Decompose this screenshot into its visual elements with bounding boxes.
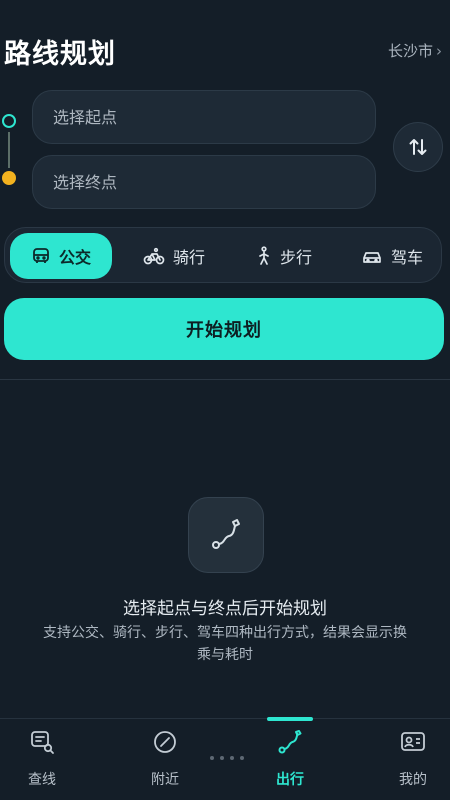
route-icon bbox=[278, 730, 302, 754]
line-search-icon bbox=[31, 731, 54, 754]
start-planning-button[interactable]: 开始规划 bbox=[4, 298, 444, 360]
nav-item-nearby[interactable]: 附近 bbox=[120, 729, 210, 789]
section-divider bbox=[0, 379, 450, 380]
nav-item-profile[interactable]: 我的 bbox=[368, 729, 450, 789]
page-dot bbox=[220, 756, 224, 760]
route-connector-line bbox=[8, 132, 10, 168]
route-icon bbox=[212, 519, 240, 549]
swap-button[interactable] bbox=[393, 122, 443, 172]
travel-mode-tabs: 公交 骑行 步行 驾车 bbox=[4, 227, 442, 283]
mode-tab-bus[interactable]: 公交 bbox=[10, 233, 112, 279]
end-point-input[interactable] bbox=[32, 155, 376, 209]
mode-label-bike: 骑行 bbox=[172, 248, 205, 267]
active-tab-indicator bbox=[267, 717, 313, 721]
nav-label-travel: 出行 bbox=[276, 772, 304, 788]
mode-label-walk: 步行 bbox=[279, 248, 312, 267]
empty-state-icon-box bbox=[188, 497, 264, 573]
city-name: 长沙市 bbox=[387, 42, 433, 60]
header: 路线规划 长沙市 › bbox=[0, 28, 450, 76]
swap-vertical-icon bbox=[409, 139, 427, 155]
nav-item-travel[interactable]: 出行 bbox=[245, 729, 335, 789]
mode-tab-bike[interactable]: 骑行 bbox=[125, 233, 223, 279]
mode-tab-car[interactable]: 驾车 bbox=[345, 233, 439, 279]
empty-state-description: 支持公交、骑行、步行、驾车四种出行方式，结果会显示换乘与耗时 bbox=[43, 625, 407, 663]
bike-icon bbox=[143, 247, 165, 265]
profile-icon bbox=[401, 732, 425, 751]
page-dot bbox=[210, 756, 214, 760]
walk-icon bbox=[259, 246, 269, 265]
nav-label-nearby: 附近 bbox=[151, 772, 179, 788]
compass-icon bbox=[154, 731, 176, 753]
page-indicator bbox=[210, 756, 244, 760]
start-point-dot bbox=[2, 114, 16, 128]
city-selector[interactable]: 长沙市 › bbox=[388, 40, 442, 61]
route-planner-screen: 路线规划 长沙市› 公交 bbox=[0, 0, 450, 800]
mode-tab-walk[interactable]: 步行 bbox=[235, 233, 333, 279]
mode-label-bus: 公交 bbox=[58, 248, 91, 267]
empty-state-title: 选择起点与终点后开始规划 bbox=[123, 599, 327, 619]
page-title: 路线规划 bbox=[4, 39, 116, 70]
chevron-right-icon: › bbox=[436, 42, 442, 60]
bus-icon bbox=[33, 248, 49, 263]
mode-label-car: 驾车 bbox=[390, 248, 423, 267]
bottom-navigation: 查线 附近 出行 我的 bbox=[0, 717, 450, 800]
nav-label-profile: 我的 bbox=[399, 772, 427, 788]
page-dot bbox=[240, 756, 244, 760]
page-dot bbox=[230, 756, 234, 760]
nav-item-line-search[interactable]: 查线 bbox=[0, 729, 87, 789]
end-point-dot bbox=[2, 171, 16, 185]
nav-label-line-search: 查线 bbox=[28, 772, 56, 788]
car-icon bbox=[363, 252, 381, 263]
start-point-input[interactable] bbox=[32, 90, 376, 144]
